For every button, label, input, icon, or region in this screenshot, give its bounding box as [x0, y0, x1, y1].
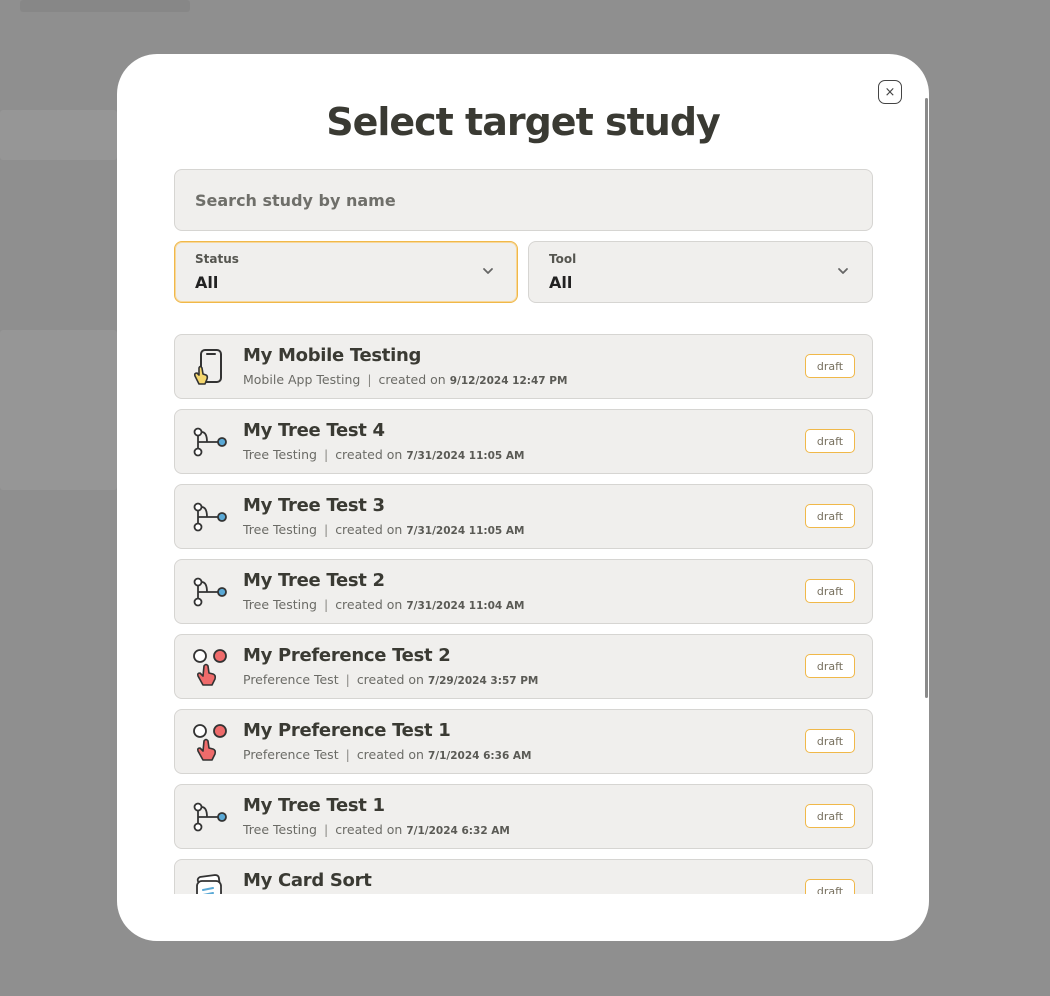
created-date: 9/12/2024 12:47 PM [449, 375, 568, 387]
created-prefix: created on [335, 597, 403, 612]
study-list-item[interactable]: My Tree Test 3 Tree Testing | created on 7… [174, 484, 873, 549]
created-date: 7/31/2024 11:05 AM [406, 450, 525, 462]
study-meta: Mobile App Testing | created on 9/12/2024 … [243, 372, 567, 387]
modal-scrollbar[interactable] [925, 98, 928, 698]
study-tool: Preference Test [243, 747, 339, 762]
preference-test-icon [193, 724, 227, 761]
chevron-down-icon [483, 268, 493, 274]
study-name: My Mobile Testing [243, 345, 422, 366]
tool-filter-label: Tool [549, 252, 577, 266]
created-date: 7/31/2024 11:04 AM [406, 600, 525, 612]
study-name: My Tree Test 4 [243, 420, 385, 441]
study-meta: Preference Test | created on 7/29/2024 3:5… [243, 672, 538, 687]
study-meta: Preference Test | created on 7/1/2024 6:36… [243, 747, 531, 762]
mobile-testing-icon [193, 349, 222, 385]
meta-separator: | [345, 747, 350, 762]
study-tool: Tree Testing [243, 597, 317, 612]
created-prefix: created on [356, 747, 424, 762]
status-filter-value: All [195, 273, 219, 292]
status-badge: draft [805, 729, 855, 753]
created-date: 7/1/2024 6:36 AM [427, 750, 532, 762]
tree-testing-icon [193, 502, 227, 532]
study-list[interactable]: My Mobile Testing Mobile App Testing | cre… [174, 334, 873, 894]
study-list-item[interactable]: My Tree Test 1 Tree Testing | created on 7… [174, 784, 873, 849]
meta-separator: | [323, 822, 329, 837]
study-tool: Mobile App Testing [243, 372, 361, 387]
status-badge: draft [805, 354, 855, 378]
study-list-item[interactable]: My Preference Test 2 Preference Test | cre… [174, 634, 873, 699]
created-prefix: created on [335, 447, 403, 462]
created-prefix: created on [378, 372, 446, 387]
created-date: 7/1/2024 6:32 AM [406, 825, 510, 837]
status-badge: draft [805, 429, 855, 453]
status-badge: draft [805, 654, 855, 678]
study-tool: Tree Testing [243, 522, 317, 537]
study-tool: Tree Testing [243, 822, 317, 837]
study-meta: Tree Testing | created on 7/31/2024 11:05 … [243, 522, 524, 537]
created-prefix: created on [335, 822, 403, 837]
status-filter-label: Status [195, 252, 239, 266]
study-tool: Preference Test [243, 672, 339, 687]
created-prefix: created on [335, 522, 403, 537]
study-name: My Tree Test 2 [243, 570, 385, 591]
close-icon: × [884, 84, 896, 100]
card-sort-icon [196, 874, 222, 894]
tree-testing-icon [193, 802, 227, 832]
preference-test-icon [193, 649, 227, 686]
study-meta: Tree Testing | created on 7/31/2024 11:04 … [243, 597, 524, 612]
meta-separator: | [345, 672, 350, 687]
created-date: 7/31/2024 11:05 AM [406, 525, 525, 537]
study-list-item[interactable]: My Tree Test 2 Tree Testing | created on 7… [174, 559, 873, 624]
study-tool: Tree Testing [243, 447, 317, 462]
study-list-item[interactable]: My Mobile Testing Mobile App Testing | cre… [174, 334, 873, 399]
status-badge: draft [805, 579, 855, 603]
status-badge: draft [805, 879, 855, 894]
study-name: My Preference Test 2 [243, 645, 451, 666]
meta-separator: | [323, 597, 329, 612]
study-meta: Tree Testing | created on 7/1/2024 6:32 AM [243, 822, 510, 837]
tree-testing-icon [193, 577, 227, 607]
study-name: My Preference Test 1 [243, 720, 451, 741]
tool-filter-select[interactable]: Tool All [528, 241, 873, 303]
status-badge: draft [805, 504, 855, 528]
study-list-item[interactable]: My Card Sort draft [174, 859, 873, 894]
study-name: My Card Sort [243, 870, 372, 891]
meta-separator: | [323, 522, 329, 537]
select-study-modal: × Select target study Status All Tool Al… [117, 54, 929, 941]
chevron-down-icon [838, 268, 848, 274]
created-prefix: created on [356, 672, 424, 687]
study-name: My Tree Test 3 [243, 495, 385, 516]
study-list-item[interactable]: My Tree Test 4 Tree Testing | created on 7… [174, 409, 873, 474]
search-input[interactable] [174, 169, 873, 231]
study-meta: Tree Testing | created on 7/31/2024 11:05 … [243, 447, 524, 462]
study-list-item[interactable]: My Preference Test 1 Preference Test | cre… [174, 709, 873, 774]
tree-testing-icon [193, 427, 227, 457]
meta-separator: | [323, 447, 329, 462]
status-badge: draft [805, 804, 855, 828]
study-name: My Tree Test 1 [243, 795, 385, 816]
created-date: 7/29/2024 3:57 PM [427, 675, 539, 687]
status-filter-select[interactable]: Status All [174, 241, 518, 303]
meta-separator: | [367, 372, 372, 387]
tool-filter-value: All [549, 273, 573, 292]
modal-title: Select target study [326, 100, 721, 144]
